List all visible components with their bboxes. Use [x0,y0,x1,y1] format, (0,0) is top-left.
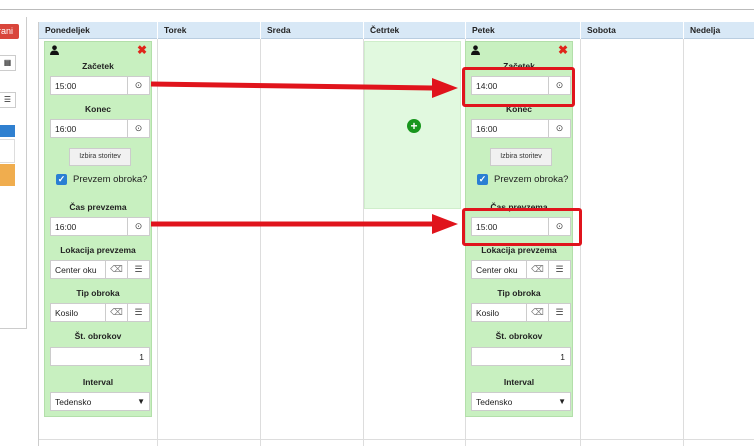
annotation-overlay [150,78,458,234]
annotation-highlight-pickup [462,208,582,246]
annotation-highlight-start [462,67,575,107]
annotation-arrow-pickup [151,214,458,234]
annotation-arrow-start [150,78,458,98]
